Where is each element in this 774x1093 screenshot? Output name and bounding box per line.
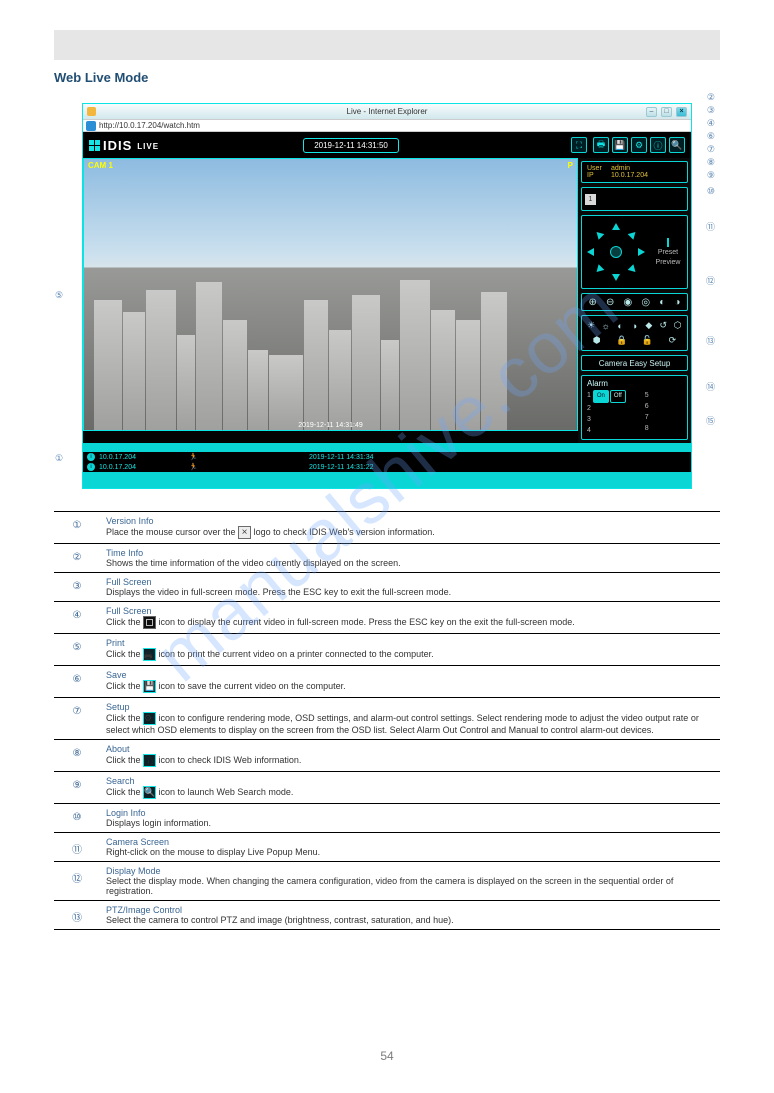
- fullscreen-toggle-icon[interactable]: ⛶: [571, 137, 587, 153]
- browser-titlebar: Live - Internet Explorer – □ ×: [83, 104, 691, 119]
- reference-table: ①Version InfoPlace the mouse cursor over…: [54, 511, 720, 930]
- video-content: [84, 273, 577, 430]
- saturation-icon[interactable]: ◆: [642, 319, 656, 333]
- callout-15: ⑮: [706, 414, 715, 427]
- alarm-off[interactable]: Off: [610, 390, 626, 403]
- callout-4: ④: [707, 118, 715, 129]
- lock-icon[interactable]: 🔒: [615, 334, 629, 348]
- screenshot-region: ⑤ ① ② ③ ④ ⑥ ⑦ ⑧ ⑨ ⑩ ⑪ ⑫ ⑬ ⑭ ⑮ Live - Int…: [82, 103, 692, 489]
- callout-11: ⑪: [706, 220, 715, 233]
- refresh-icon[interactable]: ⟳: [665, 334, 679, 348]
- browser-title: Live - Internet Explorer: [347, 107, 428, 116]
- preview-label[interactable]: Preview: [654, 259, 682, 266]
- page-icon: [87, 107, 96, 116]
- ptz-center[interactable]: [610, 246, 622, 258]
- alarm-on[interactable]: On: [593, 390, 609, 403]
- reset-icon[interactable]: ↺: [656, 319, 670, 333]
- ptz-target-icon[interactable]: [667, 238, 669, 247]
- search-icon[interactable]: 🔍: [669, 137, 685, 153]
- ptz-zoom-panel: ⊕ ⊖ ◉ ◎ ◐ ◑: [581, 293, 688, 311]
- callout-3: ③: [707, 105, 715, 116]
- callout-13: ⑬: [706, 334, 715, 347]
- ptz-right[interactable]: [638, 248, 645, 256]
- ptz-left[interactable]: [587, 248, 594, 256]
- callout-1: ①: [55, 453, 63, 464]
- callout-10: ⑩: [707, 186, 715, 197]
- win-close[interactable]: ×: [676, 107, 687, 117]
- ptz-upleft[interactable]: [594, 229, 605, 240]
- zoom-in-icon[interactable]: ⊕: [589, 297, 597, 308]
- callout-9: ⑨: [707, 170, 715, 181]
- brightness-down-icon[interactable]: ☼: [599, 319, 613, 333]
- contrast-icon[interactable]: ◐: [613, 319, 627, 333]
- iris-close-icon[interactable]: ◑: [674, 297, 680, 308]
- display-mode-panel[interactable]: 1: [581, 187, 688, 211]
- hue-down-icon[interactable]: ⬢: [590, 334, 604, 348]
- address-bar[interactable]: http://10.0.17.204/watch.htm: [83, 119, 691, 132]
- alarm-panel: Alarm 1 OnOff 2 3 4 5 6 7 8: [581, 375, 688, 440]
- brand-logo: IDIS LIVE: [89, 138, 159, 153]
- unlock-icon[interactable]: 🔓: [640, 334, 654, 348]
- callout-8: ⑧: [707, 157, 715, 168]
- callout-5: ⑤: [55, 290, 63, 301]
- event-icon: i: [87, 463, 95, 471]
- page-number: 54: [380, 1049, 393, 1063]
- setup-icon[interactable]: ⚙: [631, 137, 647, 153]
- contrast-down-icon[interactable]: ◑: [627, 319, 641, 333]
- win-max[interactable]: □: [661, 107, 672, 117]
- focus-far-icon[interactable]: ◎: [641, 297, 650, 308]
- focus-near-icon[interactable]: ◉: [624, 297, 633, 308]
- callout-7: ⑦: [707, 144, 715, 155]
- ptz-upright[interactable]: [628, 229, 639, 240]
- save-icon[interactable]: 💾: [612, 137, 628, 153]
- timestamp-pill: 2019-12-11 14:31:50: [303, 138, 399, 153]
- zoom-out-icon[interactable]: ⊖: [606, 297, 614, 308]
- preset-label[interactable]: Preset: [654, 249, 682, 256]
- brightness-icon[interactable]: ☀: [584, 319, 598, 333]
- camera-screen[interactable]: CAM 1 P: [83, 158, 578, 431]
- about-icon[interactable]: ⓘ: [650, 137, 666, 153]
- ptz-panel[interactable]: Preset Preview: [581, 215, 688, 289]
- camera-1-select[interactable]: 1: [585, 194, 596, 205]
- ptz-downright[interactable]: [628, 264, 639, 275]
- ptz-downleft[interactable]: [594, 264, 605, 275]
- event-icon: i: [87, 453, 95, 461]
- login-info-panel: Useradmin IP10.0.17.204: [581, 161, 688, 183]
- section-title: Web Live Mode: [54, 70, 720, 85]
- print-icon[interactable]: 🖶: [593, 137, 609, 153]
- callout-12: ⑫: [706, 274, 715, 287]
- camera-easy-setup-button[interactable]: Camera Easy Setup: [581, 355, 688, 371]
- win-min[interactable]: –: [646, 107, 657, 117]
- ptz-down[interactable]: [612, 274, 620, 281]
- callout-6: ⑥: [707, 131, 715, 142]
- doc-header-band: [54, 30, 720, 60]
- ptz-up[interactable]: [612, 223, 620, 230]
- callout-14: ⑭: [706, 380, 715, 393]
- url: http://10.0.17.204/watch.htm: [99, 121, 200, 130]
- camera-label: CAM 1: [88, 161, 113, 170]
- url-icon: [86, 121, 96, 131]
- iris-open-icon[interactable]: ◐: [659, 297, 665, 308]
- p-flag: P: [568, 161, 573, 170]
- callout-2: ②: [707, 92, 715, 103]
- video-timestamp: 2019-12-11 14:31:49: [298, 422, 362, 429]
- hue-up-icon[interactable]: ⬡: [671, 319, 685, 333]
- image-adjust-panel: ☀ ☼ ◐ ◑ ◆ ↺ ⬡ ⬢ 🔒 🔓 ⟳: [581, 315, 688, 351]
- event-log: i10.0.17.204🏃2019-12-11 14:31:34 i10.0.1…: [83, 443, 691, 488]
